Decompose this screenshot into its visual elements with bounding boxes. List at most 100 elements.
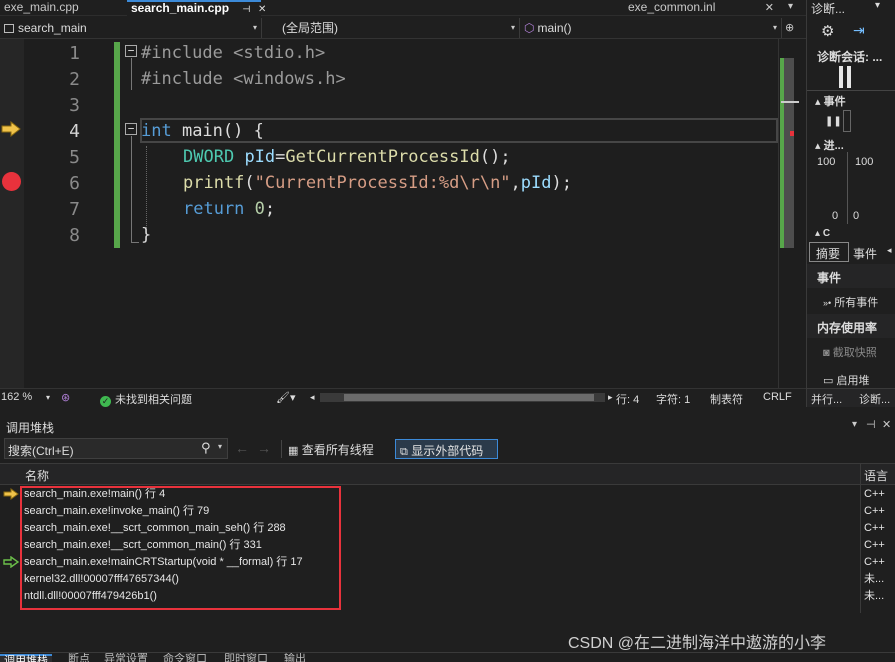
chevrons-icon: »• [823,298,832,308]
back-arrow-icon[interactable]: ← [235,440,249,456]
tab-exe-main[interactable]: exe_main.cpp [0,0,126,16]
scrollbar-caret-marker [781,101,799,103]
events-header-label: 事件 [823,96,846,108]
process-memory-header: ▴ 进... [815,140,844,152]
take-snapshot-button[interactable]: ◙ 截取快照 [823,344,877,360]
copilot-icon[interactable]: ⊛ [61,391,70,404]
tab-diagnostics[interactable]: 诊断... [859,391,890,407]
issues-text: 未找到相关问题 [115,394,192,406]
session-label: 诊断会话: ... [817,50,883,64]
search-input[interactable]: 搜索(Ctrl+E) [8,442,74,459]
tab-breakpoints[interactable]: 断点 [68,654,90,662]
fold-guide-end [131,242,139,243]
keyword: return [183,199,245,219]
chevron-left-icon[interactable]: ◂ [887,245,892,256]
tab-exception-settings[interactable]: 异常设置 [104,654,148,662]
fold-guide [131,136,132,243]
zoom-level[interactable]: 162 % [1,391,32,403]
cursor-row: 行: 4 [616,394,640,406]
process-header-label: 进... [823,140,844,152]
line-ending[interactable]: CRLF [763,391,792,403]
tab-overflow-icon[interactable]: ▾ [788,1,793,12]
column-name[interactable]: 名称 [25,467,49,484]
tab-parallel[interactable]: 并行... [811,391,842,407]
scroll-right-icon[interactable]: ▸ [608,392,613,403]
brush-icon[interactable]: 🖌▾ [276,391,296,404]
breakpoint-icon[interactable] [2,172,21,191]
frame-language: C++ [864,522,885,534]
pin-icon[interactable]: ⊣ [242,4,250,14]
tab-summary[interactable]: 摘要 [809,242,849,262]
function-dropdown[interactable]: ⬡ main() ▾ [520,18,782,38]
tab-output[interactable]: 输出 [284,654,306,662]
tab-immediate-window[interactable]: 即时窗口 [224,654,268,662]
split-icon[interactable]: ⊕ [785,21,794,34]
fold-collapse-icon[interactable]: − [125,45,137,57]
divider [807,90,895,91]
line-number: 3 [69,95,80,116]
all-events-item[interactable]: »• 所有事件 [823,294,878,310]
tab-events[interactable]: 事件 [853,245,877,262]
axis-value: 100 [817,156,836,168]
callstack-title-bar: 调用堆栈 ▾ ⊣ ✕ [0,416,895,436]
forward-arrow-icon[interactable]: → [257,440,271,456]
document-tab-bar: exe_main.cpp search_main.cpp ⊣ ✕ exe_com… [0,0,806,16]
code-text: main() { [171,121,264,141]
tab-search-main[interactable]: search_main.cpp ⊣ ✕ [127,0,266,16]
line-number: 5 [69,147,80,168]
tab-label: exe_main.cpp [4,0,79,14]
axis-value: 0 [832,210,839,222]
tab-command-window[interactable]: 命令窗口 [163,654,207,662]
variable: pId [520,173,552,193]
function-cube-icon: ⬡ [524,21,535,35]
frame-language: C++ [864,539,885,551]
tab-exe-common[interactable]: exe_common.inl ✕ [624,0,780,16]
show-external-code-toggle[interactable]: ⧉ 显示外部代码 [395,439,498,459]
scrollbar-thumb[interactable] [784,58,794,248]
fold-collapse-icon[interactable]: − [125,123,137,135]
gear-icon[interactable]: ⚙ [821,22,834,40]
type: DWORD [183,147,235,167]
frame-language: 未... [864,573,885,585]
change-indicator-bar [114,42,120,248]
return-frame-arrow-icon [3,556,19,568]
line-number: 1 [69,43,80,64]
close-icon[interactable]: ✕ [258,4,266,15]
close-icon[interactable]: ✕ [882,418,891,431]
diagnostic-tools-panel: 诊断... ▾ ⚙ ⇥ 诊断会话: ... ▴ 事件 ❚❚ ▴ 进... 100… [806,0,895,407]
scrollbar-thumb[interactable] [344,394,594,401]
view-all-threads-button[interactable]: ▦ 查看所有线程 [288,441,374,458]
chevron-down-icon[interactable]: ▾ [875,0,880,11]
column-language[interactable]: 语言 [864,467,888,484]
issues-status[interactable]: ✓ 未找到相关问题 [100,391,192,407]
variable: pId [244,147,276,167]
axis-value: 100 [855,156,874,168]
indent-mode[interactable]: 制表符 [710,391,743,407]
keyword: int [141,121,172,141]
string-literal: "CurrentProcessId:%d\r\n" [254,173,511,193]
chevron-down-icon[interactable]: ▾ [46,393,50,402]
scrollbar-breakpoint-marker [790,131,794,136]
project-dropdown[interactable]: search_main ▾ [0,18,262,38]
enable-heap-checkbox[interactable]: ▭ 启用堆 [823,372,869,388]
project-name: search_main [18,21,87,35]
pin-icon[interactable]: ⊣ [866,418,876,431]
callstack-search[interactable]: 搜索(Ctrl+E) ⚲ ▾ [4,438,228,459]
code-editor[interactable] [0,39,806,388]
search-icon[interactable]: ⚲ [201,440,211,456]
export-icon[interactable]: ⇥ [853,22,865,39]
tab-callstack[interactable]: 调用堆栈 [0,654,52,662]
scope-dropdown[interactable]: (全局范围) ▾ [262,18,520,38]
timeline-bar [839,66,843,88]
chevron-down-icon: ▾ [772,23,777,32]
glyph-margin[interactable] [0,39,24,388]
copy-icon: ⧉ [400,446,408,458]
chevron-down-icon[interactable]: ▾ [218,442,222,451]
take-snapshot-label: 截取快照 [832,347,877,359]
close-icon[interactable]: ✕ [765,1,774,15]
pause-icon[interactable]: ❚❚ [825,116,842,127]
chevron-down-icon[interactable]: ▾ [852,419,857,430]
chart-axis [847,152,848,224]
scope-label: (全局范围) [282,21,338,35]
scroll-left-icon[interactable]: ◂ [310,392,315,403]
